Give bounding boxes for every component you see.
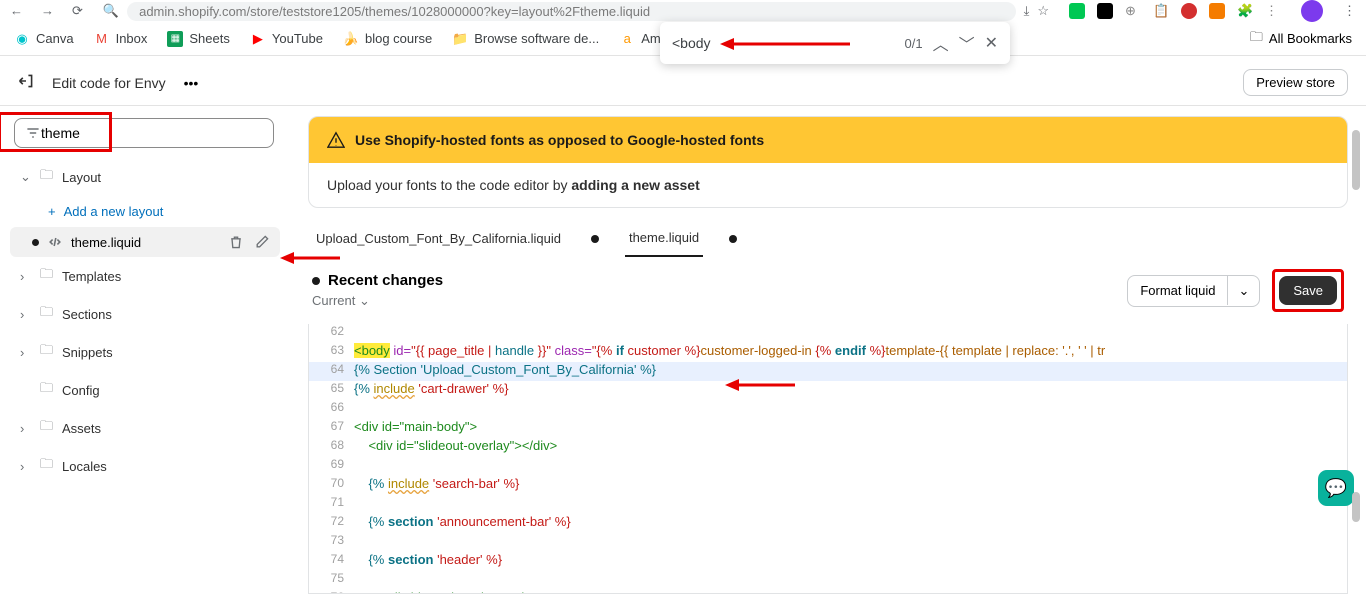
find-prev-icon[interactable]: ︿ <box>933 31 949 55</box>
chevron-right-icon: › <box>20 459 32 474</box>
chevron-right-icon: › <box>20 345 32 360</box>
extension-icon[interactable] <box>1209 3 1225 19</box>
sidebar-folder-assets[interactable]: ›🗀Assets <box>10 409 280 447</box>
sidebar-folder-sections[interactable]: ›🗀Sections <box>10 295 280 333</box>
preview-store-button[interactable]: Preview store <box>1243 69 1348 96</box>
code-editor[interactable]: 62 63<body id="{{ page_title | handle }}… <box>308 324 1348 594</box>
chevron-down-icon[interactable]: ⌄ <box>1228 276 1259 306</box>
sidebar: ⌄ 🗀 Layout + Add a new layout theme.liqu… <box>0 106 290 610</box>
extension-icon[interactable] <box>1097 3 1113 19</box>
bookmark-blog[interactable]: 🍌blog course <box>343 31 432 47</box>
find-close-icon[interactable]: ✕ <box>985 33 998 53</box>
site-info-icon[interactable]: 🔍 <box>103 3 119 19</box>
forward-icon[interactable]: → <box>41 3 54 19</box>
sidebar-folder-config[interactable]: ›🗀Config <box>10 371 280 409</box>
file-theme-liquid[interactable]: theme.liquid <box>10 227 280 257</box>
recent-changes-current[interactable]: Current ⌄ <box>312 293 443 309</box>
bookmark-youtube[interactable]: ▶YouTube <box>250 31 323 47</box>
scrollbar-thumb[interactable] <box>1352 492 1360 522</box>
bookmark-browse[interactable]: 📁Browse software de... <box>452 31 599 47</box>
modified-dot-icon <box>729 235 737 243</box>
warning-icon <box>327 131 345 149</box>
delete-icon[interactable] <box>228 234 244 250</box>
format-liquid-button[interactable]: Format liquid ⌄ <box>1127 275 1260 307</box>
more-icon[interactable]: ••• <box>184 75 199 91</box>
address-bar[interactable]: admin.shopify.com/store/teststore1205/th… <box>127 2 1016 21</box>
sidebar-folder-locales[interactable]: ›🗀Locales <box>10 447 280 485</box>
extension-icon[interactable] <box>1069 3 1085 19</box>
scrollbar-thumb[interactable] <box>1352 130 1360 190</box>
editor-tabs: Upload_Custom_Font_By_California.liquid … <box>308 220 1348 257</box>
folder-icon: 🗀 <box>1250 28 1263 50</box>
install-icon[interactable]: ⤓ <box>1024 3 1030 19</box>
extension-icon[interactable]: ⊕ <box>1125 3 1141 19</box>
star-icon[interactable]: ☆ <box>1037 3 1049 19</box>
recent-changes-title: Recent changes <box>312 272 443 289</box>
folder-icon: 🗀 <box>40 379 54 401</box>
back-icon[interactable]: ← <box>10 3 23 19</box>
exit-icon[interactable] <box>18 73 34 92</box>
tab-upload-font[interactable]: Upload_Custom_Font_By_California.liquid <box>312 221 565 256</box>
bookmark-canva[interactable]: ◉Canva <box>14 31 74 47</box>
bookmark-inbox[interactable]: MInbox <box>94 31 148 47</box>
all-bookmarks[interactable]: 🗀All Bookmarks <box>1250 28 1352 50</box>
chevron-down-icon: ⌄ <box>20 169 32 185</box>
reload-icon[interactable]: ⟳ <box>72 3 83 19</box>
extension-icon[interactable]: 📋 <box>1153 3 1169 19</box>
chat-bubble-icon[interactable]: 💬 <box>1318 470 1354 506</box>
sidebar-folder-layout[interactable]: ⌄ 🗀 Layout <box>10 158 280 196</box>
chevron-right-icon: › <box>20 269 32 284</box>
page-title: Edit code for Envy <box>52 75 166 91</box>
extension-icon[interactable] <box>1181 3 1197 19</box>
folder-icon: 🗀 <box>40 166 54 188</box>
plus-icon: + <box>48 204 56 219</box>
folder-icon: 🗀 <box>40 341 54 363</box>
alert-box: Use Shopify-hosted fonts as opposed to G… <box>308 116 1348 208</box>
chevron-right-icon: › <box>20 421 32 436</box>
bookmark-sheets[interactable]: ▦Sheets <box>167 31 229 47</box>
chevron-right-icon: › <box>20 307 32 322</box>
folder-icon: 🗀 <box>40 417 54 439</box>
folder-icon: 🗀 <box>40 455 54 477</box>
extension-icon[interactable]: 🧩 <box>1237 3 1253 19</box>
browser-toolbar: ← → ⟳ 🔍 admin.shopify.com/store/teststor… <box>0 0 1366 22</box>
sidebar-folder-snippets[interactable]: ›🗀Snippets <box>10 333 280 371</box>
add-layout-link[interactable]: + Add a new layout <box>10 196 280 227</box>
folder-icon: 🗀 <box>40 303 54 325</box>
annotation-arrow <box>725 377 795 393</box>
save-button[interactable]: Save <box>1279 276 1337 305</box>
find-match-count: 0/1 <box>904 36 922 51</box>
tab-theme-liquid[interactable]: theme.liquid <box>625 220 703 257</box>
edit-icon[interactable] <box>254 234 270 250</box>
annotation-search-highlight <box>0 112 112 152</box>
annotation-save-highlight: Save <box>1272 269 1344 312</box>
annotation-arrow <box>280 250 340 266</box>
modified-dot-icon <box>32 239 39 246</box>
modified-dot-icon <box>591 235 599 243</box>
app-header: Edit code for Envy ••• Preview store <box>0 60 1366 106</box>
folder-icon: 🗀 <box>40 265 54 287</box>
content-area: Use Shopify-hosted fonts as opposed to G… <box>290 106 1366 610</box>
code-file-icon <box>47 234 63 250</box>
menu-icon[interactable]: ⋮ <box>1343 3 1356 19</box>
extension-icon[interactable]: ⋮ <box>1265 3 1281 19</box>
profile-avatar[interactable] <box>1301 0 1323 22</box>
sidebar-folder-templates[interactable]: ›🗀Templates <box>10 257 280 295</box>
find-next-icon[interactable]: ﹀ <box>959 31 975 55</box>
